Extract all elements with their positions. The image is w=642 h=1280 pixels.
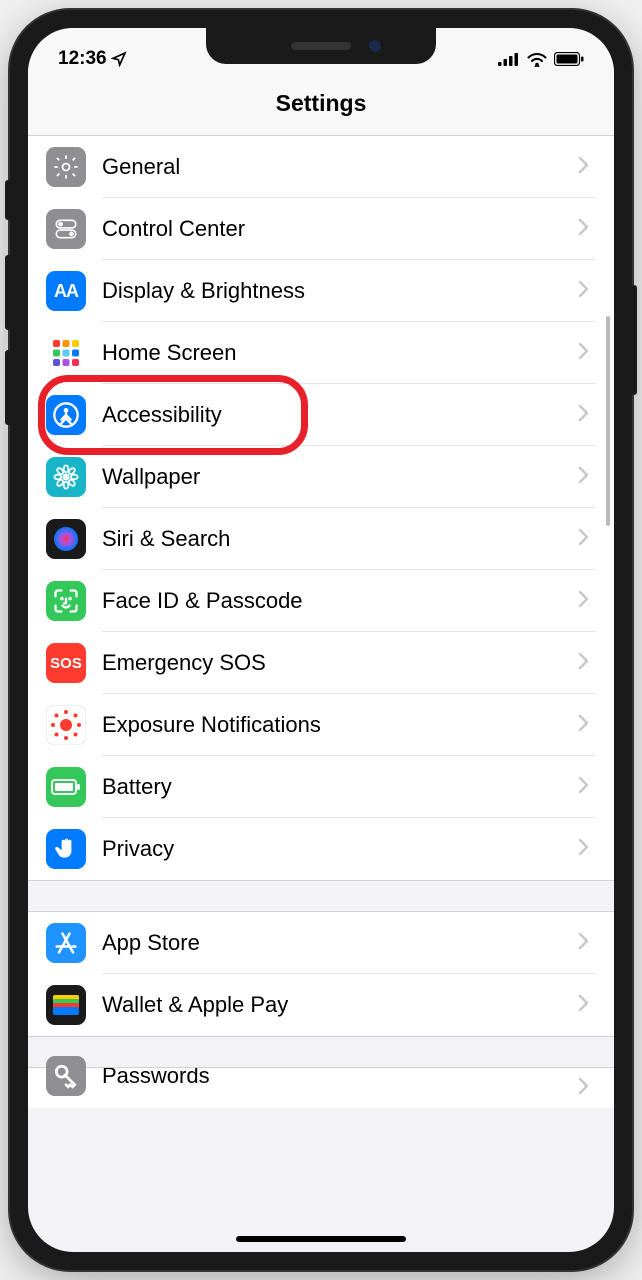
home-indicator[interactable] (236, 1236, 406, 1242)
chevron-right-icon (578, 154, 590, 180)
row-label: Wallet & Apple Pay (102, 992, 578, 1018)
key-icon (46, 1056, 86, 1096)
chevron-right-icon (578, 992, 590, 1018)
row-label: Face ID & Passcode (102, 588, 578, 614)
row-label: Siri & Search (102, 526, 578, 552)
chevron-right-icon (578, 588, 590, 614)
chevron-right-icon (578, 712, 590, 738)
row-label: Emergency SOS (102, 650, 578, 676)
settings-row-display[interactable]: AA Display & Brightness (28, 260, 614, 322)
row-label: General (102, 154, 578, 180)
row-label: Battery (102, 774, 578, 800)
appstore-icon (46, 923, 86, 963)
toggles-icon (46, 209, 86, 249)
settings-row-general[interactable]: General (28, 136, 614, 198)
settings-row-siri[interactable]: Siri & Search (28, 508, 614, 570)
row-label: Accessibility (102, 402, 578, 428)
chevron-right-icon (578, 650, 590, 676)
row-label: Display & Brightness (102, 278, 578, 304)
siri-icon (46, 519, 86, 559)
chevron-right-icon (578, 402, 590, 428)
notch (206, 28, 436, 64)
status-time: 12:36 (58, 48, 107, 70)
settings-row-home-screen[interactable]: Home Screen (28, 322, 614, 384)
faceid-icon (46, 581, 86, 621)
exposure-icon (46, 705, 86, 745)
row-label: Home Screen (102, 340, 578, 366)
settings-row-sos[interactable]: SOS Emergency SOS (28, 632, 614, 694)
home-grid-icon (46, 333, 86, 373)
wallet-icon (46, 985, 86, 1025)
scroll-indicator[interactable] (606, 316, 610, 526)
chevron-right-icon (578, 216, 590, 242)
nav-bar: Settings (28, 78, 614, 136)
phone-frame: 12:36 Settings General Control Center AA Di… (10, 10, 632, 1270)
phone-screen: 12:36 Settings General Control Center AA Di… (28, 28, 614, 1252)
chevron-right-icon (578, 836, 590, 862)
battery-icon (554, 52, 584, 66)
settings-row-wallpaper[interactable]: Wallpaper (28, 446, 614, 508)
row-label: App Store (102, 930, 578, 956)
chevron-right-icon (578, 526, 590, 552)
settings-row-wallet[interactable]: Wallet & Apple Pay (28, 974, 614, 1036)
row-label: Control Center (102, 216, 578, 242)
battery-icon (46, 767, 86, 807)
person-circle-icon (46, 395, 86, 435)
settings-row-exposure[interactable]: Exposure Notifications (28, 694, 614, 756)
aa-icon: AA (46, 271, 86, 311)
row-label: Wallpaper (102, 464, 578, 490)
settings-row-faceid[interactable]: Face ID & Passcode (28, 570, 614, 632)
flower-icon (46, 457, 86, 497)
chevron-right-icon (578, 278, 590, 304)
settings-row-privacy[interactable]: Privacy (28, 818, 614, 880)
settings-row-control-center[interactable]: Control Center (28, 198, 614, 260)
row-label: Exposure Notifications (102, 712, 578, 738)
chevron-right-icon (578, 464, 590, 490)
settings-row-accessibility[interactable]: Accessibility (28, 384, 614, 446)
page-title: Settings (28, 90, 614, 117)
settings-row-appstore[interactable]: App Store (28, 912, 614, 974)
row-label: Passwords (102, 1068, 578, 1089)
chevron-right-icon (578, 774, 590, 800)
cellular-icon (498, 52, 520, 66)
hand-icon (46, 829, 86, 869)
chevron-right-icon (578, 1075, 590, 1101)
chevron-right-icon (578, 340, 590, 366)
gear-icon (46, 147, 86, 187)
row-label: Privacy (102, 836, 578, 862)
location-icon (111, 51, 127, 67)
wifi-icon (527, 52, 547, 67)
settings-row-battery[interactable]: Battery (28, 756, 614, 818)
sos-text-icon: SOS (46, 643, 86, 683)
chevron-right-icon (578, 930, 590, 956)
settings-list[interactable]: General Control Center AA Display & Brightn… (28, 136, 614, 1210)
settings-row-passwords[interactable]: Passwords (28, 1068, 614, 1108)
